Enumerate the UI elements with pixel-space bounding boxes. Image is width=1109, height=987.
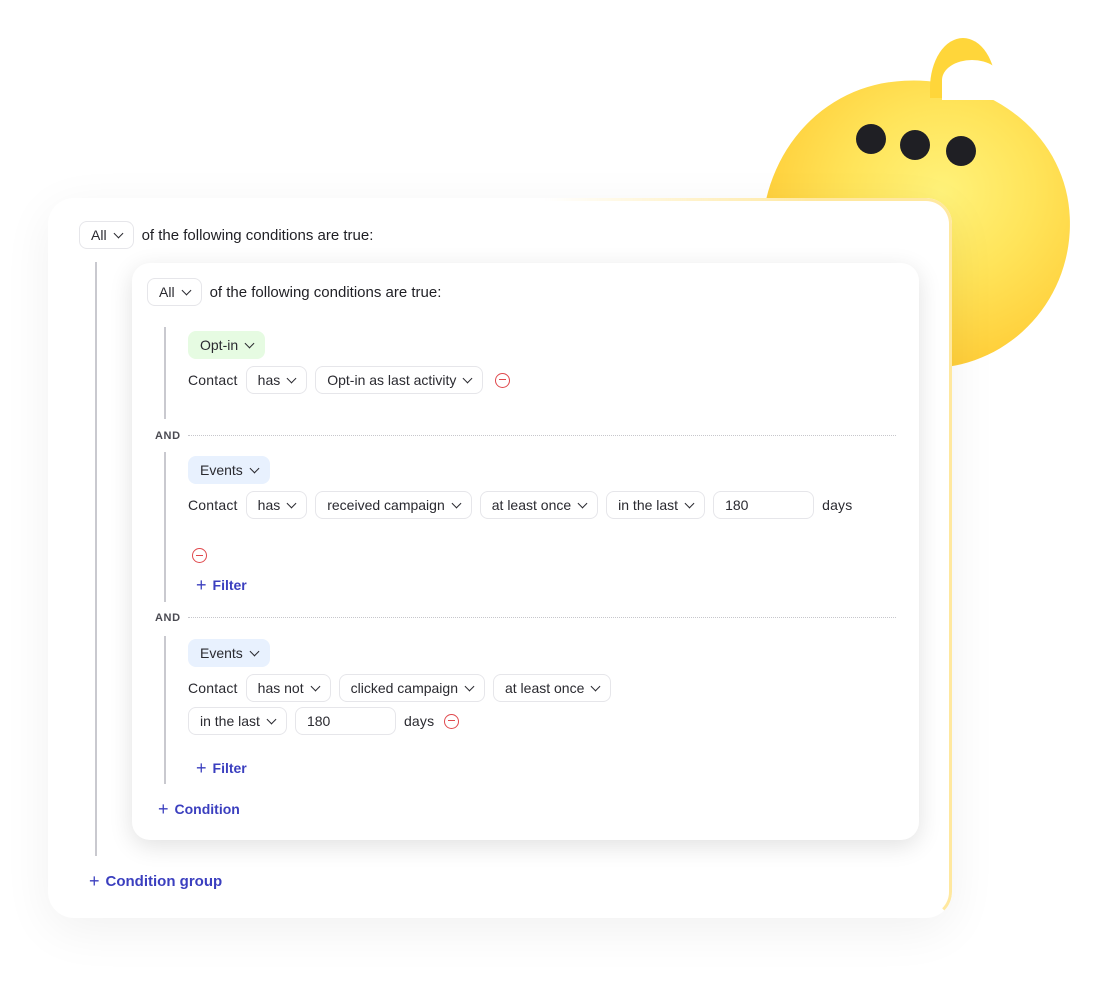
condition-3-operator-value: has not	[257, 680, 304, 696]
plus-icon: +	[89, 871, 100, 891]
condition-1-operator-select[interactable]: has	[245, 366, 308, 394]
condition-3-tree-line	[164, 636, 166, 784]
group-quantifier-select[interactable]: All	[147, 278, 202, 306]
add-condition-group-row: + Condition group	[89, 872, 222, 890]
condition-3-operator-select[interactable]: has not	[245, 674, 331, 702]
condition-3-time-row: in the last 180 days	[188, 707, 460, 735]
typing-dot-3	[946, 136, 976, 166]
condition-2-amount-value: 180	[725, 497, 749, 513]
plus-icon: +	[158, 799, 169, 819]
condition-3-subject: Contact	[188, 680, 238, 696]
chevron-down-icon	[113, 228, 124, 238]
chevron-down-icon	[310, 681, 321, 691]
chevron-down-icon	[462, 373, 473, 383]
root-header-text: of the following conditions are true:	[141, 226, 374, 244]
condition-2-unit: days	[822, 497, 853, 513]
chevron-down-icon	[464, 681, 475, 691]
remove-condition-3-icon[interactable]	[444, 713, 460, 729]
chevron-down-icon	[249, 646, 260, 656]
condition-1-field-value: Opt-in as last activity	[327, 372, 457, 388]
and-divider-1	[188, 435, 896, 436]
condition-2-timeframe-value: in the last	[618, 497, 679, 513]
condition-3-event-value: clicked campaign	[350, 680, 458, 696]
add-condition-label: Condition	[174, 801, 240, 817]
root-quantifier-select[interactable]: All	[79, 221, 134, 249]
chevron-down-icon	[590, 681, 601, 691]
condition-3-timeframe-select[interactable]: in the last	[188, 707, 287, 735]
add-condition-button[interactable]: + Condition	[158, 800, 240, 818]
condition-3-frequency-select[interactable]: at least once	[492, 674, 612, 702]
condition-3-timeframe-value: in the last	[200, 713, 260, 729]
and-connector-1: AND	[155, 430, 181, 442]
condition-2-timeframe-select[interactable]: in the last	[606, 491, 706, 519]
condition-2-frequency-value: at least once	[491, 497, 572, 513]
condition-3-rule-row: Contact has not clicked campaign at leas…	[188, 674, 612, 702]
condition-3-event-select[interactable]: clicked campaign	[338, 674, 485, 702]
condition-2-operator-select[interactable]: has	[245, 491, 308, 519]
condition-1-field-select[interactable]: Opt-in as last activity	[315, 366, 484, 394]
add-condition-row: + Condition	[158, 800, 240, 818]
chevron-down-icon	[244, 338, 255, 348]
decorative-blob-tip	[930, 38, 1002, 100]
condition-2-operator-value: has	[257, 497, 281, 513]
add-condition-group-button[interactable]: + Condition group	[89, 872, 222, 890]
typing-dot-2	[900, 130, 930, 160]
plus-icon: +	[196, 575, 207, 595]
remove-condition-1-icon[interactable]	[495, 372, 511, 388]
condition-1-category-value: Opt-in	[200, 337, 239, 353]
condition-2-add-filter: + Filter	[196, 576, 247, 594]
chevron-down-icon	[249, 463, 260, 473]
and-divider-2	[188, 617, 896, 618]
condition-1-tree-line	[164, 327, 166, 419]
condition-3-category-select[interactable]: Events	[188, 639, 270, 667]
add-filter-button-2[interactable]: + Filter	[196, 576, 247, 594]
add-filter-label-3: Filter	[212, 760, 247, 776]
group-header-text: of the following conditions are true:	[209, 283, 442, 301]
condition-3-add-filter: + Filter	[196, 759, 247, 777]
root-quantifier-value: All	[91, 227, 107, 243]
chevron-down-icon	[684, 498, 695, 508]
condition-2-remove-row	[192, 548, 207, 563]
condition-3-amount-value: 180	[306, 713, 331, 729]
condition-1-operator-value: has	[257, 372, 281, 388]
condition-1-rule-row: Contact has Opt-in as last activity	[188, 366, 511, 394]
condition-2-amount-input[interactable]: 180	[713, 491, 815, 519]
condition-2-rule-row: Contact has received campaign at least o…	[188, 491, 852, 519]
root-header: All of the following conditions are true…	[79, 221, 373, 249]
condition-2-event-value: received campaign	[327, 497, 445, 513]
condition-3-frequency-value: at least once	[504, 680, 585, 696]
plus-icon: +	[196, 758, 207, 778]
chevron-down-icon	[266, 714, 277, 724]
chevron-down-icon	[451, 498, 462, 508]
add-condition-group-label: Condition group	[105, 872, 223, 890]
remove-condition-2-icon[interactable]	[192, 548, 207, 563]
and-connector-2: AND	[155, 612, 181, 624]
condition-3-category-value: Events	[200, 645, 243, 661]
root-tree-line	[95, 262, 97, 856]
typing-dot-1	[856, 124, 886, 154]
condition-3-category-row: Events	[188, 639, 270, 667]
condition-2-frequency-select[interactable]: at least once	[479, 491, 599, 519]
chevron-down-icon	[577, 498, 588, 508]
condition-3-unit: days	[403, 713, 435, 729]
condition-2-event-select[interactable]: received campaign	[315, 491, 472, 519]
condition-3-amount-input[interactable]: 180	[294, 707, 396, 735]
condition-1-category-select[interactable]: Opt-in	[188, 331, 266, 359]
group-header: All of the following conditions are true…	[147, 278, 441, 306]
chevron-down-icon	[286, 498, 297, 508]
condition-2-category-row: Events	[188, 456, 270, 484]
condition-2-subject: Contact	[188, 497, 238, 513]
condition-1-category-row: Opt-in	[188, 331, 266, 359]
condition-2-category-select[interactable]: Events	[188, 456, 270, 484]
add-filter-label-2: Filter	[212, 577, 247, 593]
chevron-down-icon	[286, 373, 297, 383]
condition-1-subject: Contact	[188, 372, 238, 388]
condition-2-tree-line	[164, 452, 166, 602]
chevron-down-icon	[181, 285, 192, 295]
group-quantifier-value: All	[159, 284, 175, 300]
add-filter-button-3[interactable]: + Filter	[196, 759, 247, 777]
condition-2-category-value: Events	[200, 462, 243, 478]
